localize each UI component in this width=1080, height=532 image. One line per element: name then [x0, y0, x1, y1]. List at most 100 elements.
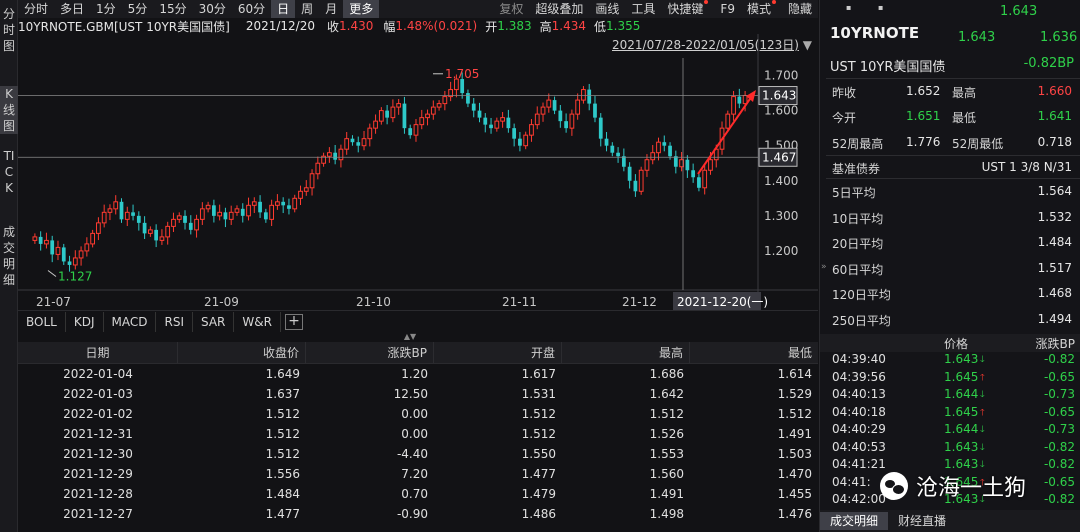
period-5min[interactable]: 5分	[122, 0, 154, 18]
candle-body[interactable]	[644, 159, 650, 171]
candle-body[interactable]	[212, 205, 216, 216]
adjust-button[interactable]: 复权	[493, 0, 529, 18]
candle-body[interactable]	[298, 190, 303, 199]
table-row[interactable]: 2022-01-02 1.512 0.00 1.512 1.512 1.512	[18, 404, 818, 424]
table-row[interactable]: 2021-12-30 1.512 -4.40 1.550 1.553 1.503	[18, 444, 818, 464]
candle-body[interactable]	[413, 124, 419, 136]
expand-arrow-icon[interactable]: »	[821, 262, 827, 272]
candle-body[interactable]	[460, 79, 465, 94]
candle-body[interactable]	[436, 103, 442, 108]
candle-body[interactable]	[32, 236, 38, 241]
collapse-icon[interactable]: ▲▼	[400, 332, 420, 342]
candle-body[interactable]	[638, 169, 644, 192]
candle-body[interactable]	[78, 250, 84, 259]
candle-body[interactable]	[240, 208, 245, 216]
table-row[interactable]: 2022-01-03 1.637 12.50 1.531 1.642 1.529	[18, 384, 818, 404]
candle-body[interactable]	[558, 110, 563, 122]
candle-body[interactable]	[604, 138, 609, 146]
candle-body[interactable]	[483, 117, 488, 125]
period-60min[interactable]: 60分	[232, 0, 271, 18]
col-high[interactable]: 最高	[562, 342, 690, 363]
candle-body[interactable]	[287, 205, 291, 209]
vtab-kline[interactable]: K线图	[0, 86, 18, 134]
candle-body[interactable]	[309, 173, 315, 189]
candle-body[interactable]	[396, 103, 402, 108]
candle-body[interactable]	[691, 170, 696, 178]
candle-body[interactable]	[159, 236, 165, 241]
period-15min[interactable]: 15分	[153, 0, 192, 18]
candle-body[interactable]	[154, 229, 159, 241]
date-range-label[interactable]: 2021/07/28-2022/01/05(123日) ▼	[612, 36, 812, 53]
candle-body[interactable]	[194, 218, 199, 231]
panel-icon-right[interactable]: ▪	[878, 3, 883, 12]
candle-body[interactable]	[500, 117, 505, 122]
candle-body[interactable]	[124, 211, 130, 220]
candle-body[interactable]	[188, 222, 193, 230]
candle-body[interactable]	[113, 201, 119, 210]
col-close[interactable]: 收盘价	[178, 342, 306, 363]
tick-row[interactable]: 04:40:18 1.645 🡑 -0.65	[820, 405, 1080, 421]
tab-trade-detail[interactable]: 成交明细	[820, 512, 889, 530]
candle-body[interactable]	[587, 89, 592, 104]
indicator-sar[interactable]: SAR	[193, 311, 235, 332]
dropdown-icon[interactable]: ▼	[803, 38, 812, 52]
candle-body[interactable]	[119, 201, 124, 220]
col-open[interactable]: 开盘	[434, 342, 562, 363]
candle-body[interactable]	[199, 208, 205, 220]
kline-chart[interactable]: 1.700 1.600 1.500 1.400 1.300 1.200 21-07 21-09…	[18, 34, 818, 310]
candle-body[interactable]	[494, 120, 500, 129]
period-day[interactable]: 日	[271, 0, 296, 18]
candle-body[interactable]	[326, 152, 332, 157]
candle-body[interactable]	[176, 215, 182, 220]
candle-body[interactable]	[107, 208, 113, 213]
hide-button[interactable]: 隐藏	[782, 0, 818, 18]
candle-body[interactable]	[523, 134, 529, 147]
tick-row[interactable]: 04:39:40 1.643 🡓 -0.82	[820, 352, 1080, 368]
table-row[interactable]: 2022-01-04 1.649 1.20 1.617 1.686 1.614	[18, 364, 818, 384]
period-multiday[interactable]: 多日	[54, 0, 90, 18]
candle-body[interactable]	[575, 99, 581, 115]
candle-body[interactable]	[673, 156, 678, 167]
candle-body[interactable]	[685, 159, 690, 171]
period-1min[interactable]: 1分	[90, 0, 122, 18]
candle-body[interactable]	[477, 110, 482, 118]
candle-body[interactable]	[385, 110, 389, 118]
period-more[interactable]: 更多	[343, 0, 380, 18]
indicator-boll[interactable]: BOLL	[18, 311, 66, 332]
candle-body[interactable]	[662, 142, 667, 146]
tick-row[interactable]: 04:40:13 1.644 🡓 -0.73	[820, 387, 1080, 403]
period-week[interactable]: 周	[295, 0, 319, 18]
candle-body[interactable]	[581, 89, 586, 101]
candle-body[interactable]	[725, 113, 731, 129]
candle-body[interactable]	[506, 117, 511, 129]
candle-body[interactable]	[534, 113, 540, 126]
panel-icon-left[interactable]: ▪	[846, 3, 851, 12]
candle-body[interactable]	[668, 145, 672, 157]
candle-body[interactable]	[38, 236, 43, 244]
mode-button[interactable]: 模式	[741, 0, 782, 18]
candle-body[interactable]	[338, 148, 344, 161]
candle-body[interactable]	[350, 138, 355, 143]
candle-body[interactable]	[430, 106, 436, 115]
candle-body[interactable]	[425, 113, 430, 119]
candle-body[interactable]	[361, 138, 367, 147]
candle-body[interactable]	[540, 106, 546, 115]
candle-body[interactable]	[650, 152, 656, 161]
candle-body[interactable]	[315, 162, 321, 175]
candle-body[interactable]	[251, 201, 257, 206]
indicator-macd[interactable]: MACD	[104, 311, 157, 332]
candle-body[interactable]	[344, 138, 350, 150]
candle-body[interactable]	[333, 152, 338, 160]
candle-body[interactable]	[205, 204, 211, 210]
candle-body[interactable]	[390, 106, 396, 119]
candle-body[interactable]	[183, 215, 187, 223]
indicator-kdj[interactable]: KDJ	[66, 311, 104, 332]
candle-body[interactable]	[466, 93, 470, 104]
tools-button[interactable]: 工具	[625, 0, 661, 18]
candle-body[interactable]	[246, 204, 251, 217]
period-30min[interactable]: 30分	[193, 0, 232, 18]
candle-body[interactable]	[55, 246, 61, 255]
candle-body[interactable]	[356, 142, 361, 146]
period-month[interactable]: 月	[319, 0, 343, 18]
candle-body[interactable]	[258, 201, 262, 213]
